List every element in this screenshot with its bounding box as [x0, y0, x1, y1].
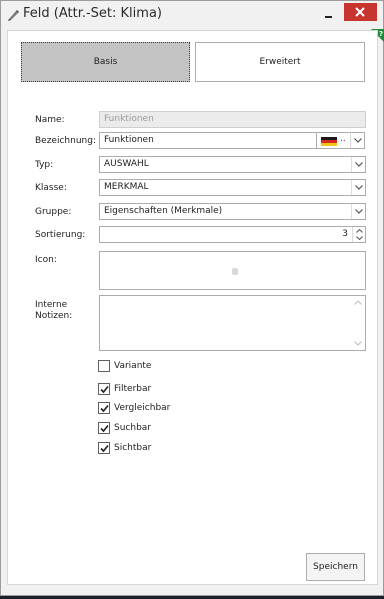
suchbar-checkbox[interactable] [98, 422, 110, 434]
name-field: Funktionen [99, 111, 366, 128]
typ-dropdown-arrow[interactable] [351, 157, 365, 172]
checkmark-icon [100, 444, 109, 453]
svg-text:?: ? [379, 30, 383, 38]
scroll-down-icon[interactable] [354, 341, 362, 346]
language-more: .. [340, 134, 346, 144]
chevron-down-icon [355, 185, 363, 190]
name-label: Name: [35, 115, 65, 125]
gruppe-label: Gruppe: [35, 207, 72, 217]
field-dialog-window: Feld (Attr.-Set: Klima) ? Basis Erweiter… [0, 0, 384, 596]
scroll-up-icon[interactable] [354, 300, 362, 305]
typ-value: AUSWAHL [104, 159, 149, 169]
filterbar-checkbox[interactable] [98, 383, 110, 395]
klasse-dropdown-arrow[interactable] [351, 180, 365, 195]
tab-basis[interactable]: Basis [21, 42, 190, 82]
klasse-value: MERKMAL [104, 182, 149, 192]
klasse-select[interactable]: MERKMAL [99, 179, 366, 196]
chevron-down-icon [355, 209, 363, 214]
suchbar-label: Suchbar [114, 423, 151, 433]
sortierung-input[interactable]: 3 [99, 226, 366, 243]
notizen-textarea[interactable] [99, 295, 366, 351]
sortierung-value: 3 [342, 229, 348, 239]
filterbar-label: Filterbar [114, 384, 152, 394]
chevron-up-icon[interactable] [356, 229, 363, 233]
notizen-scrollbar[interactable] [351, 296, 365, 350]
sichtbar-label: Sichtbar [114, 443, 152, 453]
notizen-label-line2: Notizen: [35, 311, 73, 321]
typ-select[interactable]: AUSWAHL [99, 156, 366, 173]
checkmark-icon [100, 404, 109, 413]
bezeichnung-input[interactable]: Funktionen [99, 132, 318, 149]
minimize-button[interactable] [317, 5, 341, 23]
variante-label: Variante [114, 361, 152, 371]
title-bar[interactable]: Feld (Attr.-Set: Klima) [1, 1, 383, 29]
sortierung-label: Sortierung: [35, 230, 86, 240]
variante-checkbox[interactable] [98, 360, 110, 372]
bezeichnung-label: Bezeichnung: [35, 136, 96, 146]
checkmark-icon [100, 424, 109, 433]
language-select[interactable]: .. [316, 132, 365, 149]
vergleichbar-label: Vergleichbar [114, 403, 171, 413]
close-icon [355, 7, 365, 17]
sichtbar-checkbox[interactable] [98, 442, 110, 454]
chevron-down-icon [354, 138, 362, 143]
typ-label: Typ: [35, 160, 54, 170]
checkmark-icon [100, 385, 109, 394]
language-dropdown-arrow[interactable] [350, 133, 364, 148]
window-title: Feld (Attr.-Set: Klima) [23, 6, 162, 21]
klasse-label: Klasse: [35, 183, 67, 193]
chevron-down-icon[interactable] [356, 236, 363, 240]
notizen-label-line1: Interne [35, 300, 68, 310]
icon-label: Icon: [35, 255, 57, 265]
sortierung-spinner[interactable] [352, 227, 365, 242]
gruppe-value: Eigenschaften (Merkmale) [104, 206, 223, 216]
chevron-down-icon [355, 162, 363, 167]
icon-placeholder [232, 268, 238, 275]
tab-erweitert[interactable]: Erweitert [195, 42, 365, 82]
gruppe-select[interactable]: Eigenschaften (Merkmale) [99, 203, 366, 220]
vergleichbar-checkbox[interactable] [98, 402, 110, 414]
field-edit-icon [8, 9, 20, 21]
save-button[interactable]: Speichern [306, 553, 365, 581]
icon-picker[interactable] [99, 251, 366, 290]
form-panel: Basis Erweitert Name: Funktionen Bezeich… [7, 30, 378, 585]
gruppe-dropdown-arrow[interactable] [351, 204, 365, 219]
german-flag-icon [321, 137, 337, 146]
close-button[interactable] [344, 3, 377, 21]
